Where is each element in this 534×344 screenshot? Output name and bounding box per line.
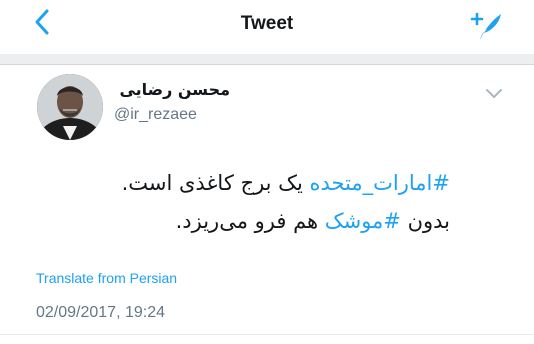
tweet-timestamp: 02/09/2017, 19:24 — [36, 304, 166, 321]
tweet-body: #امارات_متحده یک برج کاغذی است. بدون #مو… — [30, 164, 450, 240]
tweet-line-2: بدون #موشک هم فرو می‌ریزد. — [30, 202, 450, 240]
hashtag-link[interactable]: #موشک — [325, 209, 401, 233]
hashtag-link[interactable]: #امارات_متحده — [310, 171, 451, 195]
navigation-bar: Tweet — [0, 0, 534, 55]
tweet-text-segment: هم فرو می‌ریزد. — [175, 209, 325, 233]
translate-link[interactable]: Translate from Persian — [36, 270, 177, 286]
page-title: Tweet — [240, 13, 294, 34]
divider — [0, 334, 534, 335]
compose-tweet-icon — [470, 12, 501, 40]
tweet-text-segment: بدون — [400, 209, 450, 233]
author-handle[interactable]: @ir_rezaee — [114, 106, 197, 124]
chevron-down-icon — [486, 89, 502, 98]
avatar[interactable] — [37, 74, 103, 140]
tweet-line-1: #امارات_متحده یک برج کاغذی است. — [30, 164, 450, 202]
section-separator — [0, 54, 534, 65]
author-display-name[interactable]: محسن رضایی — [110, 80, 230, 99]
tweet-menu-button[interactable] — [484, 86, 504, 100]
compose-tweet-button[interactable] — [468, 9, 504, 43]
user-avatar — [37, 74, 103, 140]
tweet-text-segment: یک برج کاغذی است. — [121, 171, 310, 195]
